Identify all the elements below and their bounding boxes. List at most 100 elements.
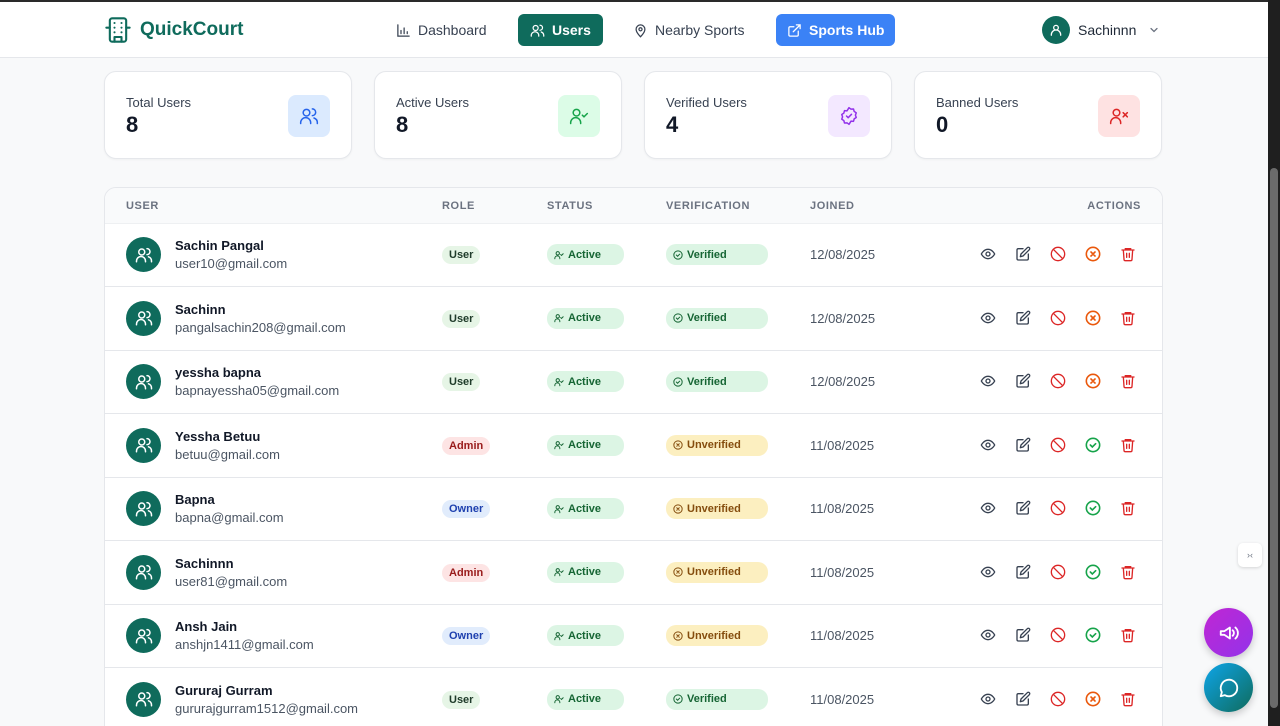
user-email: pangalsachin208@gmail.com — [175, 319, 346, 335]
table-row[interactable]: Bapna bapna@gmail.com Owner Active Unver… — [105, 477, 1162, 541]
profile-menu[interactable]: Sachinnn — [1042, 16, 1160, 44]
status-badge: Active — [547, 561, 624, 583]
table-row[interactable]: Sachinn pangalsachin208@gmail.com User A… — [105, 287, 1162, 351]
view-icon[interactable] — [980, 500, 996, 516]
bar-chart-icon — [397, 23, 410, 37]
table-row[interactable]: Yessha Betuu betuu@gmail.com Admin Activ… — [105, 414, 1162, 478]
map-pin-icon — [635, 23, 646, 38]
nav-users-label: Users — [552, 22, 591, 38]
user-avatar-icon — [126, 237, 161, 272]
user-avatar-icon — [126, 554, 161, 590]
table-row[interactable]: Ansh Jain anshjn1411@gmail.com Owner Act… — [105, 604, 1162, 668]
delete-icon[interactable] — [1120, 500, 1136, 516]
status-label: Active — [568, 629, 602, 642]
ban-icon[interactable] — [1050, 500, 1066, 516]
joined-date: 11/08/2025 — [810, 564, 875, 580]
nav-sports-hub[interactable]: Sports Hub — [776, 14, 896, 46]
top-navbar: QuickCourt Dashboard Users Nearby Sports… — [0, 0, 1268, 58]
view-icon[interactable] — [980, 564, 996, 580]
verify-icon[interactable] — [1085, 500, 1101, 516]
view-icon[interactable] — [980, 691, 996, 707]
ban-icon[interactable] — [1050, 437, 1066, 453]
x-circle-icon — [673, 503, 683, 514]
th-status[interactable]: STATUS — [547, 200, 593, 212]
delete-icon[interactable] — [1120, 310, 1136, 326]
edit-icon[interactable] — [1015, 564, 1031, 580]
th-user[interactable]: USER — [126, 200, 159, 212]
ban-icon[interactable] — [1050, 310, 1066, 326]
unverify-icon[interactable] — [1085, 246, 1101, 262]
view-icon[interactable] — [980, 437, 996, 453]
verification-badge: Unverified — [666, 625, 768, 646]
edit-icon[interactable] — [1015, 627, 1031, 643]
stat-label: Active Users — [396, 95, 469, 110]
edit-icon[interactable] — [1015, 500, 1031, 516]
verification-badge: Verified — [666, 244, 768, 265]
ban-icon[interactable] — [1050, 564, 1066, 580]
scrollbar[interactable] — [1268, 0, 1280, 726]
check-circle-icon — [673, 376, 683, 387]
verification-label: Unverified — [687, 439, 741, 451]
user-check-icon — [554, 694, 564, 704]
edit-icon[interactable] — [1015, 310, 1031, 326]
voice-assistant-button[interactable] — [1204, 608, 1253, 657]
check-circle-icon — [673, 249, 683, 260]
edit-icon[interactable] — [1015, 437, 1031, 453]
table-row[interactable]: Gururaj Gurram gururajgurram1512@gmail.c… — [105, 668, 1162, 726]
side-widget[interactable]: ›‹ — [1238, 543, 1262, 567]
verify-icon[interactable] — [1085, 627, 1101, 643]
nav-dashboard[interactable]: Dashboard — [384, 14, 499, 46]
megaphone-icon — [1219, 626, 1239, 639]
x-circle-icon — [673, 567, 683, 577]
edit-icon[interactable] — [1015, 373, 1031, 389]
view-icon[interactable] — [980, 246, 996, 262]
verification-label: Verified — [687, 248, 727, 261]
scrollbar-thumb[interactable] — [1270, 168, 1278, 708]
delete-icon[interactable] — [1120, 246, 1136, 262]
user-email: gururajgurram1512@gmail.com — [175, 700, 358, 716]
nav-users[interactable]: Users — [518, 14, 603, 46]
th-role[interactable]: ROLE — [442, 200, 475, 212]
status-badge: Active — [547, 625, 624, 646]
chat-button[interactable] — [1204, 663, 1253, 712]
ban-icon[interactable] — [1050, 691, 1066, 707]
user-email: user10@gmail.com — [175, 256, 288, 271]
verification-label: Unverified — [687, 629, 741, 642]
nav-nearby-sports[interactable]: Nearby Sports — [621, 14, 756, 46]
delete-icon[interactable] — [1120, 373, 1136, 389]
view-icon[interactable] — [980, 310, 996, 326]
th-joined[interactable]: JOINED — [810, 200, 855, 212]
edit-icon[interactable] — [1015, 691, 1031, 707]
delete-icon[interactable] — [1120, 627, 1136, 643]
edit-icon[interactable] — [1015, 246, 1031, 262]
user-name: Sachinnn — [175, 555, 234, 571]
user-avatar-icon — [126, 300, 161, 336]
users-icon — [530, 24, 545, 37]
view-icon[interactable] — [980, 627, 996, 643]
unverify-icon[interactable] — [1085, 310, 1101, 326]
table-row[interactable]: yessha bapna bapnayessha05@gmail.com Use… — [105, 350, 1162, 414]
th-verification[interactable]: VERIFICATION — [666, 200, 750, 212]
brand[interactable]: QuickCourt — [104, 16, 243, 44]
unverify-icon[interactable] — [1085, 691, 1101, 707]
view-icon[interactable] — [980, 373, 996, 389]
ban-icon[interactable] — [1050, 627, 1066, 643]
delete-icon[interactable] — [1120, 564, 1136, 580]
user-name: Ansh Jain — [175, 619, 238, 634]
delete-icon[interactable] — [1120, 691, 1136, 707]
verify-icon[interactable] — [1085, 437, 1101, 453]
joined-date: 12/08/2025 — [810, 374, 876, 389]
status-badge: Active — [547, 307, 624, 329]
table-row[interactable]: Sachinnn user81@gmail.com Admin Active U… — [105, 541, 1162, 605]
ban-icon[interactable] — [1050, 246, 1066, 262]
user-check-icon — [554, 631, 564, 641]
delete-icon[interactable] — [1120, 437, 1136, 453]
user-check-icon — [554, 377, 564, 387]
unverify-icon[interactable] — [1085, 373, 1101, 389]
table-row[interactable]: Sachin Pangal user10@gmail.com User Acti… — [105, 223, 1162, 287]
verify-icon[interactable] — [1085, 564, 1101, 580]
ban-icon[interactable] — [1050, 373, 1066, 389]
verification-badge: Verified — [666, 307, 768, 329]
check-circle-icon — [673, 694, 683, 704]
status-label: Active — [568, 248, 602, 261]
